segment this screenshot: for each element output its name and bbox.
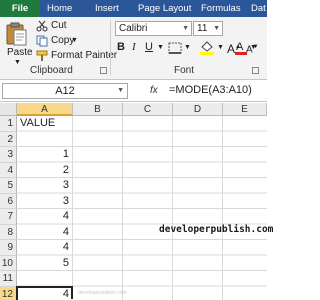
chevron-down-icon[interactable]: ▼ — [182, 22, 189, 35]
row-header-3[interactable]: 3 — [0, 147, 17, 163]
svg-text:A: A — [236, 41, 244, 53]
clipboard-group-label: Clipboard — [30, 65, 73, 76]
cell-a4[interactable]: 2 — [17, 163, 73, 179]
font-size-value: 11 — [197, 23, 208, 34]
row-header-1[interactable]: 1 — [0, 116, 17, 132]
row-header-5[interactable]: 5 — [0, 178, 17, 194]
fill-color-icon[interactable] — [199, 40, 215, 55]
font-family-value: Calibri — [119, 23, 148, 34]
ribbon: Paste ▼ Cut Copy ▼ Format Painter Clipbo… — [0, 17, 267, 80]
column-header-b[interactable]: B — [73, 103, 123, 116]
cell-a1[interactable]: VALUE — [20, 116, 55, 132]
row-header-12[interactable]: 12 — [0, 286, 17, 300]
cell-a8[interactable]: 4 — [17, 225, 73, 241]
name-box[interactable]: A12 ▼ — [2, 83, 128, 99]
scissors-icon — [36, 20, 48, 32]
column-header-e[interactable]: E — [223, 103, 267, 116]
tab-page-layout[interactable]: Page Layout — [138, 0, 191, 17]
cell-a5[interactable]: 3 — [17, 178, 73, 194]
row-header-8[interactable]: 8 — [0, 224, 17, 240]
chevron-down-icon[interactable]: ▼ — [213, 22, 220, 35]
cell-a6[interactable]: 3 — [17, 194, 73, 210]
paste-icon[interactable] — [6, 22, 28, 46]
font-family-select[interactable]: Calibri ▼ — [115, 21, 192, 36]
tab-file[interactable]: File — [0, 0, 40, 17]
row-header-6[interactable]: 6 — [0, 193, 17, 209]
paste-dropdown-icon[interactable]: ▼ — [14, 59, 21, 66]
cut-label: Cut — [51, 20, 67, 31]
borders-dropdown-icon[interactable]: ▼ — [184, 40, 191, 55]
fill-color-dropdown-icon[interactable]: ▼ — [217, 40, 224, 55]
watermark-text: developerpublish.com — [159, 224, 274, 235]
font-group-label: Font — [174, 65, 195, 76]
tab-insert[interactable]: Insert — [95, 0, 119, 17]
name-box-value: A12 — [55, 85, 75, 97]
clipboard-launcher-icon[interactable] — [100, 67, 107, 74]
insert-function-button[interactable]: fx — [150, 85, 158, 96]
row-header-4[interactable]: 4 — [0, 162, 17, 178]
underline-dropdown-icon[interactable]: ▼ — [157, 40, 164, 55]
column-header-a[interactable]: A — [17, 103, 73, 116]
cell-a3[interactable]: 1 — [17, 147, 73, 163]
font-color-icon[interactable]: A — [234, 40, 248, 55]
copy-dropdown-icon[interactable]: ▼ — [71, 34, 78, 48]
format-painter-label: Format Painter — [51, 50, 118, 61]
tab-home[interactable]: Home — [47, 0, 72, 17]
font-color-dropdown-icon[interactable]: ▼ — [250, 40, 257, 55]
underline-button[interactable]: U — [145, 40, 153, 55]
row-header-11[interactable]: 11 — [0, 271, 17, 287]
bold-button[interactable]: B — [117, 40, 125, 55]
row-header-7[interactable]: 7 — [0, 209, 17, 225]
formula-bar: A12 ▼ fx =MODE(A3:A10) — [0, 80, 267, 102]
borders-icon[interactable] — [168, 42, 182, 54]
cell-a10[interactable]: 5 — [17, 256, 73, 272]
paintbrush-icon — [36, 50, 48, 61]
tab-formulas[interactable]: Formulas — [201, 0, 241, 17]
select-all-corner[interactable] — [0, 103, 17, 116]
formula-input[interactable]: =MODE(A3:A10) — [169, 84, 252, 96]
tab-data[interactable]: Dat — [251, 0, 266, 17]
italic-button[interactable]: I — [132, 40, 136, 55]
row-header-2[interactable]: 2 — [0, 131, 17, 147]
cell-a9[interactable]: 4 — [17, 240, 73, 256]
chevron-down-icon[interactable]: ▼ — [117, 84, 124, 98]
ribbon-tab-bar: File Home Insert Page Layout Formulas Da… — [0, 0, 267, 17]
column-header-d[interactable]: D — [173, 103, 223, 116]
paste-button[interactable]: Paste — [7, 47, 33, 58]
font-launcher-icon[interactable] — [252, 67, 259, 74]
group-separator — [110, 20, 111, 76]
copy-icon — [36, 35, 48, 47]
footer-watermark: developerpublish.com — [78, 290, 127, 296]
column-header-c[interactable]: C — [123, 103, 173, 116]
active-cell-a12[interactable] — [16, 285, 73, 300]
row-header-10[interactable]: 10 — [0, 255, 17, 271]
font-size-select[interactable]: 11 ▼ — [193, 21, 223, 36]
cell-a7[interactable]: 4 — [17, 209, 73, 225]
row-header-9[interactable]: 9 — [0, 240, 17, 256]
